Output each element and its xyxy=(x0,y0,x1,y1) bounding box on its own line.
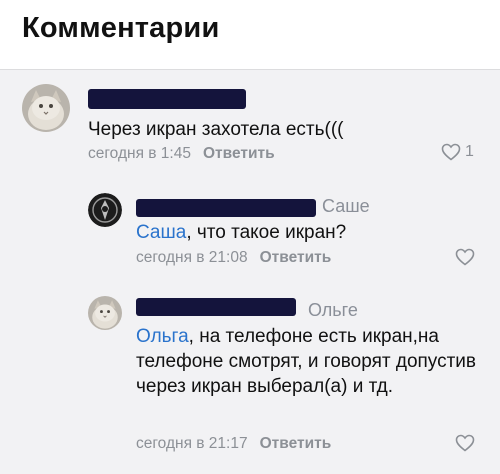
dark-emblem-avatar-icon[interactable] xyxy=(88,193,122,227)
heart-icon xyxy=(455,434,475,452)
comment-3: Ольге Ольга, на телефоне есть икран,на т… xyxy=(0,292,500,464)
comment-body: , что такое икран? xyxy=(186,222,347,243)
reply-button[interactable]: Ответить xyxy=(260,249,332,266)
comment-text: Саша, что такое икран? xyxy=(136,220,346,245)
comment-2: Саше Саша, что такое икран? сегодня в 21… xyxy=(0,190,500,280)
reply-to-name: Саше xyxy=(322,196,370,216)
like-button[interactable] xyxy=(455,248,475,266)
reply-button[interactable]: Ответить xyxy=(260,435,332,452)
comment-1: Через икран захотела есть((( сегодня в 1… xyxy=(0,80,500,170)
comment-time: сегодня в 21:08 xyxy=(136,249,248,266)
comment-text: Через икран захотела есть((( xyxy=(88,119,344,140)
redacted-username xyxy=(88,89,246,109)
mention-link[interactable]: Саша xyxy=(136,222,186,243)
like-button[interactable] xyxy=(455,434,475,452)
cat-avatar-icon[interactable] xyxy=(88,296,122,330)
redacted-username xyxy=(136,298,296,316)
heart-icon xyxy=(441,143,461,161)
comment-meta: сегодня в 21:08 Ответить xyxy=(136,249,331,267)
comment-text: Ольга, на телефоне есть икран,на телефон… xyxy=(136,324,486,399)
comment-time: сегодня в 21:17 xyxy=(136,435,248,452)
cat-avatar-icon[interactable] xyxy=(22,84,70,132)
heart-icon xyxy=(455,248,475,266)
page-title: Комментарии xyxy=(22,12,220,44)
comment-meta: сегодня в 21:17 Ответить xyxy=(136,435,331,453)
comment-meta: сегодня в 1:45 Ответить xyxy=(88,145,275,163)
redacted-username xyxy=(136,199,316,217)
like-count: 1 xyxy=(465,143,474,160)
comment-time: сегодня в 1:45 xyxy=(88,145,191,162)
reply-to-name: Ольге xyxy=(308,300,358,320)
mention-link[interactable]: Ольга xyxy=(136,326,189,347)
reply-button[interactable]: Ответить xyxy=(203,145,275,162)
like-button[interactable]: 1 xyxy=(441,143,474,161)
header-bar: Комментарии xyxy=(0,0,500,70)
